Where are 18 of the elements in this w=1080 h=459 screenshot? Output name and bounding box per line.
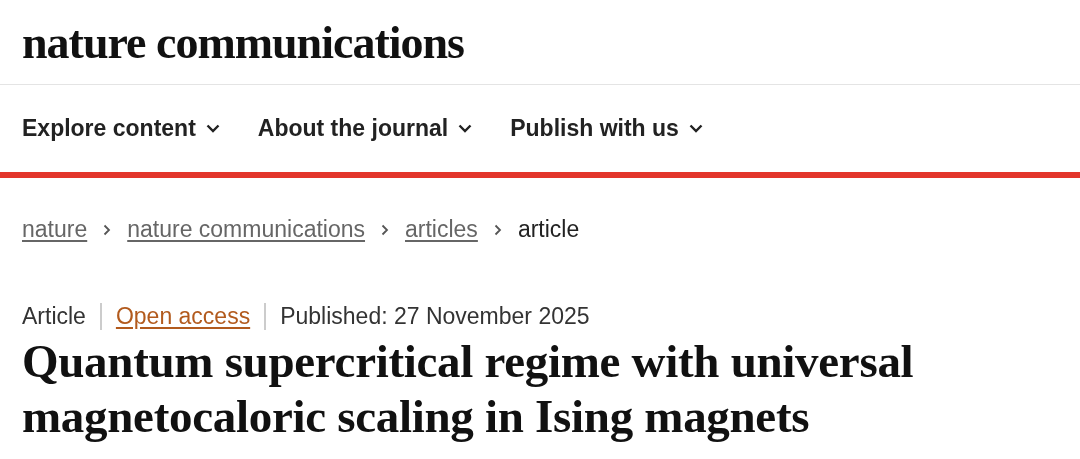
journal-logo[interactable]: nature communications bbox=[22, 15, 464, 69]
chevron-icon bbox=[688, 124, 703, 133]
breadcrumb-link[interactable]: articles bbox=[405, 216, 478, 243]
article-type: Article bbox=[22, 303, 86, 330]
nav-menu-button[interactable]: Explore content bbox=[22, 115, 220, 142]
chevron-right-icon bbox=[103, 223, 112, 236]
breadcrumb-link[interactable]: nature communications bbox=[127, 216, 365, 243]
chevron-icon bbox=[205, 124, 220, 133]
chevron-right-icon bbox=[493, 223, 502, 236]
open-access-link[interactable]: Open access bbox=[99, 303, 251, 330]
published-date: Published: 27 November 2025 bbox=[264, 303, 590, 330]
breadcrumb-link[interactable]: nature bbox=[22, 216, 88, 243]
chevron-right-icon bbox=[381, 223, 389, 236]
breadcrumb-current: article bbox=[517, 216, 580, 243]
nav-menu-button[interactable]: Publish with us bbox=[510, 115, 703, 142]
nav-menu-button[interactable]: About the journal bbox=[257, 115, 473, 142]
chevron-icon bbox=[458, 124, 473, 133]
article-title: Quantum supercritical regime with universal magnetocaloric scaling in Ising magnets bbox=[22, 334, 915, 444]
